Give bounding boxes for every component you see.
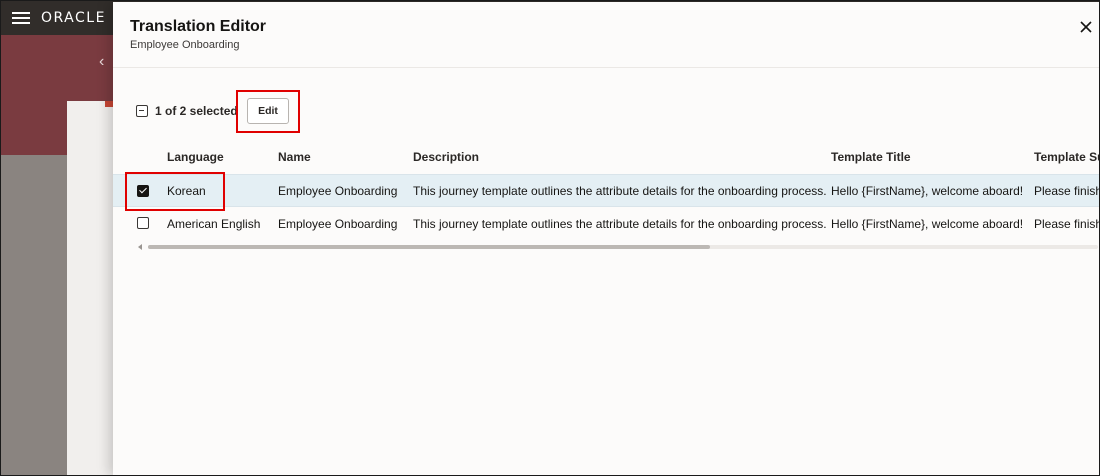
menu-icon[interactable] <box>12 12 30 24</box>
cell-name: Employee Onboarding <box>278 216 398 231</box>
column-header-template-title[interactable]: Template Title <box>831 140 911 174</box>
cell-description: This journey template outlines the attri… <box>413 183 827 198</box>
scrollbar-thumb[interactable] <box>148 245 710 249</box>
back-chevron-icon[interactable]: ‹ <box>99 53 104 71</box>
table-row[interactable]: Korean Employee Onboarding This journey … <box>113 172 1100 211</box>
table-toolbar: 1 of 2 selected Edit <box>113 90 1099 133</box>
cell-template-subject: Please finish <box>1034 216 1100 231</box>
cell-template-title: Hello {FirstName}, welcome aboard! <box>831 216 1024 231</box>
row-checkbox[interactable] <box>137 217 149 229</box>
column-header-description[interactable]: Description <box>413 140 479 174</box>
drawer-subtitle: Employee Onboarding <box>130 39 240 51</box>
drawer-title: Translation Editor <box>130 18 267 35</box>
edit-button[interactable]: Edit <box>247 98 289 124</box>
horizontal-scrollbar[interactable] <box>138 244 1099 250</box>
column-header-language[interactable]: Language <box>167 140 224 174</box>
row-checkbox[interactable] <box>137 185 149 197</box>
cell-template-title: Hello {FirstName}, welcome aboard! <box>831 183 1024 198</box>
app-frame: ORACLE ‹ Translation Editor Employee Onb… <box>0 0 1100 476</box>
column-header-template-subject[interactable]: Template Subject <box>1034 140 1099 174</box>
drawer-header: Translation Editor Employee Onboarding <box>113 2 1099 68</box>
table-header-row: Language Name Description Template Title… <box>113 140 1099 174</box>
select-all-checkbox[interactable] <box>136 105 148 117</box>
background-panel <box>1 155 67 475</box>
close-icon <box>1080 21 1092 33</box>
translation-editor-drawer: Translation Editor Employee Onboarding 1… <box>113 2 1100 475</box>
oracle-logo: ORACLE <box>41 10 106 26</box>
column-header-name[interactable]: Name <box>278 140 311 174</box>
cell-name: Employee Onboarding <box>278 183 398 198</box>
cell-language: Korean <box>167 183 206 198</box>
selection-count: 1 of 2 selected <box>155 104 238 118</box>
close-button[interactable] <box>1075 16 1097 38</box>
cell-template-subject: Please finish <box>1034 183 1100 198</box>
table-row[interactable]: American English Employee Onboarding Thi… <box>113 207 1100 240</box>
cell-description: This journey template outlines the attri… <box>413 216 827 231</box>
scroll-left-icon[interactable] <box>138 244 142 250</box>
cell-language: American English <box>167 216 261 231</box>
